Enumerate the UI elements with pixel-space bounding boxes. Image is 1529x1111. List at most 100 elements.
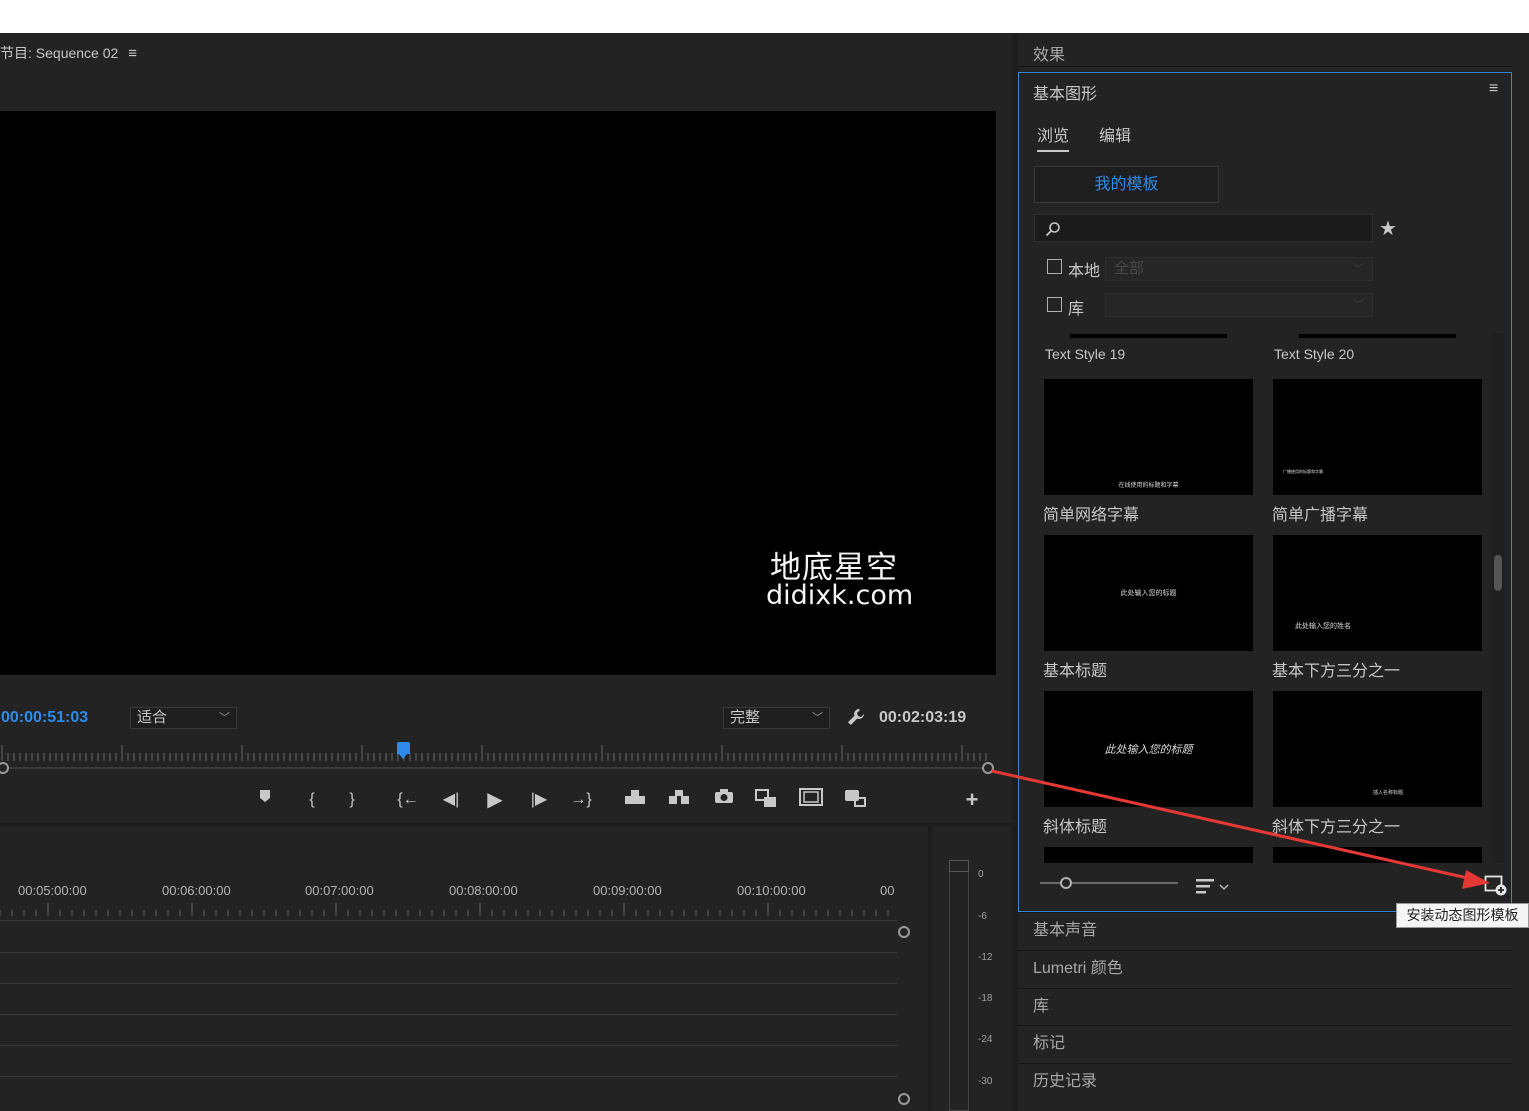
template-preview-text: 此处输入您的标题	[1120, 590, 1177, 597]
quality-dropdown[interactable]: 完整 ﹀	[723, 707, 830, 729]
vr-toggle-icon[interactable]	[842, 788, 868, 812]
timeline-ruler-label: 00:10:00:00	[737, 883, 806, 898]
step-forward-icon[interactable]: |▶	[528, 788, 550, 812]
local-checkbox[interactable]	[1047, 259, 1062, 274]
tab-edit[interactable]: 编辑	[1099, 122, 1131, 146]
track-divider	[0, 920, 897, 921]
program-monitor-title-text: 节目: Sequence 02	[0, 45, 119, 61]
safe-margins-icon[interactable]	[798, 788, 824, 812]
step-back-icon[interactable]: ◀|	[440, 788, 462, 812]
meter-label: -12	[978, 952, 993, 963]
panel-menu-icon[interactable]: ≡	[128, 45, 137, 62]
lift-icon[interactable]	[622, 788, 648, 812]
star-icon[interactable]: ★	[1379, 216, 1397, 241]
template-thumbnail-edge	[1070, 334, 1227, 338]
scrollbar-thumb[interactable]	[1494, 555, 1502, 591]
meter-label: -30	[978, 1076, 993, 1087]
out-range-handle[interactable]	[982, 762, 994, 774]
camera-icon[interactable]	[712, 788, 736, 812]
template-thumbnail-edge	[1299, 334, 1456, 338]
play-icon[interactable]: ▶	[484, 788, 506, 812]
monitor-time-ruler[interactable]	[0, 745, 996, 765]
section-markers[interactable]: 标记	[1018, 1025, 1512, 1063]
library-checkbox-label: 库	[1068, 301, 1085, 318]
template-thumbnail[interactable]: 插入名称标题	[1273, 691, 1482, 807]
template-thumbnail[interactable]	[1273, 847, 1482, 863]
template-thumbnail[interactable]: 广播使用的标题和字幕	[1273, 379, 1482, 495]
solo-buttons[interactable]	[949, 860, 969, 872]
install-template-icon[interactable]	[1484, 875, 1508, 902]
chevron-down-icon: ﹀	[812, 712, 823, 724]
template-caption[interactable]: 基本标题	[1043, 657, 1107, 681]
essential-graphics-title: 基本图形	[1033, 86, 1098, 103]
wrench-icon[interactable]	[846, 707, 866, 727]
program-monitor-title[interactable]: 节目: Sequence 02 ≡	[0, 43, 137, 63]
timeline-ruler-label: 00:05:00:00	[18, 883, 87, 898]
template-caption[interactable]: Text Style 20	[1274, 346, 1354, 362]
timeline-panel	[0, 826, 928, 1111]
search-icon	[1045, 222, 1060, 237]
extract-icon[interactable]	[666, 788, 692, 812]
section-history[interactable]: 历史记录	[1018, 1063, 1512, 1101]
tab-browse[interactable]: 浏览	[1037, 122, 1070, 152]
local-filter-select-value: 全部	[1114, 260, 1145, 277]
go-to-out-button[interactable]: →}	[568, 788, 594, 812]
my-templates-button[interactable]: 我的模板	[1034, 166, 1219, 203]
panel-menu-icon[interactable]: ≡	[1489, 80, 1498, 98]
button-editor-add-icon[interactable]: +	[961, 788, 983, 812]
compare-view-icon[interactable]	[753, 788, 779, 812]
fit-dropdown-value: 适合	[137, 709, 168, 726]
template-caption[interactable]: Text Style 19	[1045, 346, 1125, 362]
template-thumbnail[interactable]	[1044, 847, 1253, 863]
track-divider	[0, 952, 897, 953]
template-thumbnail[interactable]: 此处输入您的标题	[1044, 691, 1253, 807]
template-preview-text: 插入名称标题	[1373, 790, 1404, 796]
add-marker-button[interactable]	[255, 788, 275, 812]
chevron-down-icon: ﹀	[1353, 263, 1364, 275]
timeline-scroll-handle-top[interactable]	[898, 926, 910, 938]
template-thumbnail[interactable]: 在线使用的标题和字幕	[1044, 379, 1253, 495]
mark-out-button[interactable]: }	[342, 788, 362, 812]
chevron-down-icon: ﹀	[1353, 299, 1364, 311]
meter-label: 0	[978, 869, 984, 880]
template-caption[interactable]: 简单网络字幕	[1043, 501, 1139, 525]
sort-list-icon[interactable]	[1196, 876, 1232, 901]
template-search-input[interactable]	[1034, 214, 1373, 242]
library-checkbox[interactable]	[1047, 297, 1062, 312]
watermark-line2: didixk.com	[766, 580, 914, 611]
slider-handle[interactable]	[1060, 877, 1072, 889]
timeline-scroll-handle-bottom[interactable]	[898, 1093, 910, 1105]
template-caption[interactable]: 斜体下方三分之一	[1272, 813, 1400, 837]
timeline-ruler-ticks[interactable]	[0, 903, 900, 917]
template-list-scrollbar[interactable]	[1492, 333, 1504, 863]
playhead[interactable]	[397, 742, 410, 759]
track-divider	[0, 1045, 897, 1046]
template-caption[interactable]: 基本下方三分之一	[1272, 657, 1400, 681]
track-divider	[0, 1014, 897, 1015]
track-divider	[0, 1076, 897, 1077]
track-divider	[0, 983, 897, 984]
meter-label: -18	[978, 993, 993, 1004]
mark-in-button[interactable]: {	[302, 788, 322, 812]
local-checkbox-label: 本地	[1068, 263, 1101, 280]
local-filter-select[interactable]: 全部 ﹀	[1105, 257, 1373, 281]
install-template-tooltip: 安装动态图形模板	[1396, 903, 1529, 928]
meter-label: -24	[978, 1034, 993, 1045]
current-timecode[interactable]: 00:00:51:03	[1, 709, 88, 727]
template-thumbnail[interactable]: 此处输入您的标题	[1044, 535, 1253, 651]
library-filter-select[interactable]: ﹀	[1105, 293, 1373, 317]
template-caption[interactable]: 简单广播字幕	[1272, 501, 1368, 525]
template-caption[interactable]: 斜体标题	[1043, 813, 1107, 837]
audio-meter-panel	[932, 826, 1012, 1111]
template-preview-text: 在线使用的标题和字幕	[1118, 483, 1179, 489]
section-libraries[interactable]: 库	[1018, 988, 1512, 1026]
divider	[1018, 66, 1512, 67]
go-to-in-button[interactable]: {←	[395, 788, 421, 812]
template-thumbnail[interactable]: 此处输入您的姓名	[1273, 535, 1482, 651]
scrub-bar[interactable]	[0, 767, 990, 769]
duration-timecode: 00:02:03:19	[879, 709, 967, 726]
section-lumetri-color[interactable]: Lumetri 颜色	[1018, 950, 1512, 988]
fit-dropdown[interactable]: 适合 ﹀	[130, 707, 237, 729]
template-preview-text: 此处输入您的姓名	[1295, 623, 1351, 630]
effects-panel-header[interactable]: 效果	[1033, 41, 1065, 65]
